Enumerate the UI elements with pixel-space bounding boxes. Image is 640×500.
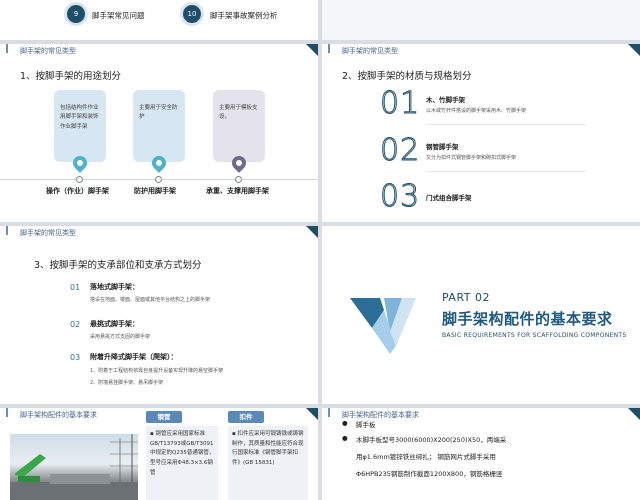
timeline-dot (155, 176, 162, 183)
timeline-dot (235, 176, 242, 183)
header-accent-bar (6, 44, 8, 53)
slide-components-pipe[interactable]: 脚手架构配件的基本要求 钢管 ▪ 钢管应采用国家标准GB/T13793或GB/T… (0, 408, 318, 500)
section-title: 3、按脚手架的支承部位和支承方式划分 (34, 260, 202, 271)
item-number-03: 03 (379, 179, 421, 215)
usage-card-text: 主要用于模板支设。 (219, 105, 258, 121)
usage-label-2: 防护用脚手架 (134, 187, 176, 195)
agenda-label-10: 脚手架事故案例分析 (210, 11, 278, 20)
fastener-text: ▪ 扣件应采用可锻铸铁或铸钢制作，其质量和性能应符合现行国家标准《钢管脚手架扣件… (232, 431, 304, 466)
slide-header: 脚手架构配件的基本要求 (20, 411, 97, 419)
corner-decoration (628, 408, 640, 420)
spec-line-1: 木脚手板型号3000(6000)X200(250)X50，两端采 (356, 436, 507, 444)
part-title: 脚手架构配件的基本要求 (442, 310, 613, 328)
item-number: 01 (70, 283, 81, 292)
usage-card-3: 主要用于模板支设。 (213, 90, 265, 162)
usage-label-1: 操作（作业）脚手架 (46, 187, 109, 195)
material-title-3: 门式组合脚手架 (426, 194, 472, 202)
slide-types-by-support[interactable]: 脚手架的常见类型 3、按脚手架的支承部位和支承方式划分 01 落地式脚手架： 搭… (0, 226, 318, 404)
item-number: 02 (70, 320, 81, 329)
divider (426, 171, 586, 172)
material-desc-2: 又分为扣件式钢管脚手架和碗扣式脚手架 (426, 155, 517, 161)
corner-decoration (628, 44, 640, 56)
section-title: 2、按脚手架的材质与规格划分 (342, 71, 472, 82)
bullet-icon: ● (342, 434, 348, 442)
corner-decoration (306, 226, 318, 238)
slide-header: 脚手架的常见类型 (342, 47, 398, 55)
part-number: PART 02 (442, 291, 491, 304)
support-title-1: 落地式脚手架： (90, 283, 139, 291)
usage-card-text: 主要用于安全防护 (139, 105, 178, 121)
bullet-icon: ● (342, 419, 348, 427)
tag-fastener: 扣件 (228, 411, 264, 423)
material-title-1: 木、竹脚手架 (426, 96, 465, 104)
corner-decoration (306, 44, 318, 56)
agenda-number-10: 10 (183, 5, 201, 23)
support-desc-3b: 2、附墙悬挂脚手架、悬吊脚手架 (90, 380, 164, 386)
header-accent-bar (328, 408, 330, 417)
slide-header: 脚手架的常见类型 (20, 47, 76, 55)
header-accent-bar (6, 226, 8, 235)
item-number-01: 01 (379, 86, 421, 122)
slide-types-by-material[interactable]: 脚手架的常见类型 2、按脚手架的材质与规格划分 01 木、竹脚手架 以木或竹杆件… (322, 44, 640, 222)
section-title: 1、按脚手架的用途划分 (20, 71, 122, 82)
spec-line-3: Φ6HPB235钢筋制作截面1200X800，钢筋格栅竖 (356, 470, 503, 478)
item-number: 03 (70, 353, 81, 362)
header-accent-bar (6, 408, 8, 417)
divider (426, 124, 586, 125)
support-desc-1: 搭设在地面、楼面、屋面或其他平台结构之上的脚手架 (90, 297, 211, 303)
spec-line-2: 用φ1.6mm镀锌铁丝绑扎； 钢筋网片式脚手采用 (356, 453, 496, 461)
corner-decoration (306, 408, 318, 420)
slide-types-by-usage[interactable]: 脚手架的常见类型 1、按脚手架的用途划分 包括结构件作业用脚手架和装饰作业脚手架… (0, 44, 318, 222)
material-title-2: 钢管脚手架 (426, 143, 459, 151)
slide-components-boards[interactable]: 脚手架构配件的基本要求 ● 脚手板 ● 木脚手板型号3000(6000)X200… (322, 408, 640, 500)
slide-header: 脚手架构配件的基本要求 (342, 411, 419, 419)
header-accent-bar (328, 44, 330, 53)
scaffold-photo (10, 434, 138, 500)
support-title-2: 悬挑式脚手架： (90, 320, 139, 328)
agenda-number-9: 9 (67, 5, 85, 23)
fastener-desc: 扣件应采用可锻铸铁或铸钢制作，其质量和性能应符合现行国家标准《钢管脚手架扣件》(… (232, 431, 304, 466)
part-subtitle: BASIC REQUIREMENTS FOR SCAFFOLDING COMPO… (442, 332, 627, 339)
logo-chevron-icon (350, 298, 416, 354)
support-desc-3a: 1、附着于工程结构依靠自身提升设备实现升降的悬空脚手架 (90, 368, 224, 374)
material-desc-1: 以木或竹杆件搭设的脚手架采用木、竹脚手架 (426, 108, 527, 114)
usage-card-1: 包括结构件作业用脚手架和装饰作业脚手架 (54, 90, 106, 162)
support-desc-2: 采用悬挑方式支固的脚手架 (90, 334, 151, 340)
usage-card-text: 包括结构件作业用脚手架和装饰作业脚手架 (60, 105, 99, 130)
slide-header: 脚手架的常见类型 (20, 229, 76, 237)
steel-pipe-desc: 钢管应采用国家标准GB/T13793或GB/T3091中规定的Q235普通钢管，… (150, 431, 215, 476)
slide-blank[interactable] (322, 0, 640, 40)
item-number-02: 02 (379, 133, 421, 169)
spec-heading: 脚手板 (356, 421, 376, 429)
usage-label-3: 承重、支撑用脚手架 (206, 187, 269, 195)
tag-steel-pipe: 钢管 (146, 411, 182, 423)
agenda-label-9: 脚手架常见问题 (92, 11, 145, 20)
scaffold-illustration (10, 434, 138, 500)
steel-pipe-text: ▪ 钢管应采用国家标准GB/T13793或GB/T3091中规定的Q235普通钢… (150, 431, 215, 476)
support-title-3: 附着升降式脚手架（爬架）： (90, 353, 178, 361)
usage-card-2: 主要用于安全防护 (133, 90, 185, 162)
slide-agenda[interactable]: 9 脚手架常见问题 10 脚手架事故案例分析 (0, 0, 318, 40)
timeline-dot (76, 176, 83, 183)
slide-part-title[interactable]: PART 02 脚手架构配件的基本要求 BASIC REQUIREMENTS F… (322, 226, 640, 404)
